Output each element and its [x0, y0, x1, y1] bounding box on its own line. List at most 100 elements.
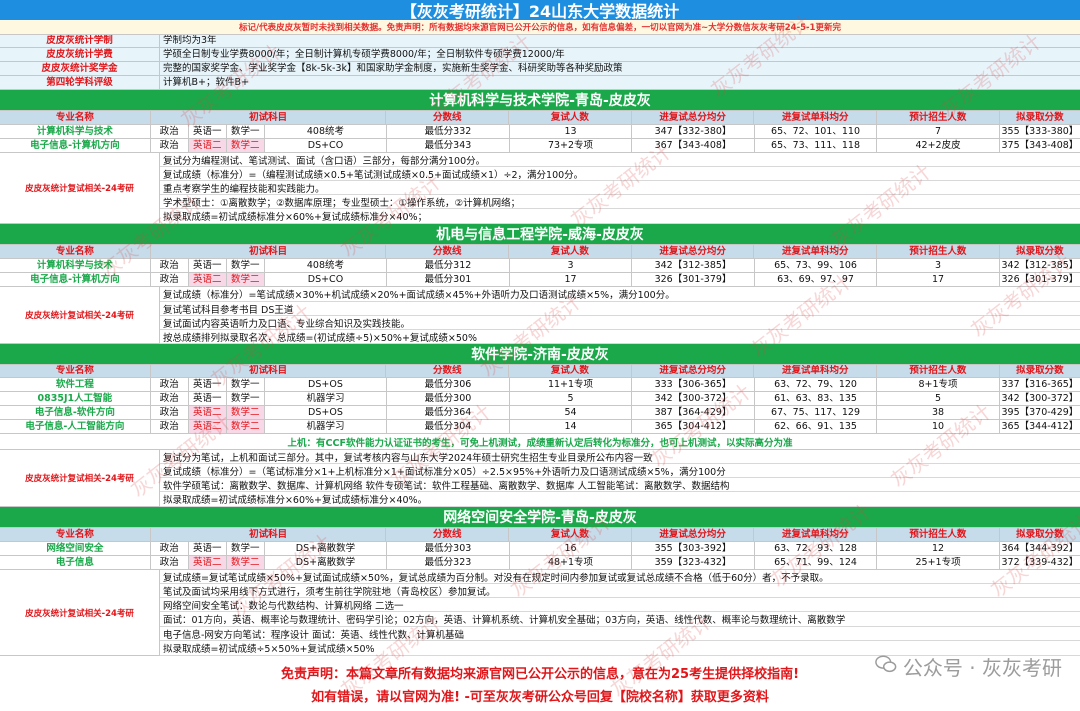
- header-admit: 拟录取分数: [1016, 528, 1064, 540]
- subject-english: 英语一: [189, 378, 227, 391]
- retest-line: 复试成绩（标准分）=（编程测试成绩×0.5+笔试测试成绩×0.5+面试成绩×1）…: [160, 167, 1080, 181]
- subject-math: 数学二: [226, 139, 265, 152]
- section-title: 计算机科学与技术学院-青岛-皮皮灰: [0, 90, 1080, 111]
- major-name: 软件工程: [0, 378, 151, 391]
- subject-politics: 政治: [151, 273, 189, 286]
- header-line: 分数线: [386, 111, 510, 124]
- retest-count: 17: [510, 273, 633, 286]
- header-total-avg: 进复试总分均分: [632, 245, 755, 258]
- retest-label: 皮皮灰统计复试相关-24考研: [0, 153, 160, 224]
- admission-score: 342【300-372】: [1001, 392, 1079, 404]
- subject-politics: 政治: [151, 406, 189, 419]
- subject-english: 英语一: [189, 392, 227, 405]
- retest-count: 54: [510, 406, 633, 419]
- score-line: 最低分301: [387, 273, 510, 286]
- retest-count: 13: [510, 125, 633, 138]
- info-value: 完整的国家奖学金、学业奖学金【8k-5k-3k】和国家助学金制度，实施新生奖学金…: [160, 62, 1080, 75]
- header-single-avg: 进复试单科均分: [754, 245, 878, 258]
- single-average: 62、66、91、135: [755, 420, 878, 433]
- table-row: 电子信息-计算机方向 政治 英语二 数学二 DS+CO 最低分301 17 326【301-3…: [0, 273, 1080, 287]
- subject-politics: 政治: [151, 259, 189, 272]
- table-row: 电子信息-人工智能方向 政治 英语二 数学二 机器学习 最低分304 14 365【304-4…: [0, 420, 1080, 434]
- major-name: 电子信息-计算机方向: [0, 273, 151, 286]
- retest-line: 复试成绩（标准分）=（笔试标准分×1+上机标准分×1+面试标准分×05）÷2.5…: [160, 464, 1080, 478]
- total-average: 365【304-412】: [632, 420, 755, 433]
- header-exam: 初试科目: [151, 528, 387, 541]
- header-retest-count: 复试人数: [509, 245, 632, 258]
- table-row: 0835J1人工智能 政治 英语一 数学一 机器学习 最低分300 5 342【300-372…: [0, 392, 1080, 406]
- admission-score: 372【339-432】: [1001, 556, 1079, 568]
- total-average: 359【323-432】: [632, 556, 755, 569]
- section-title-text: 机电与信息工程学院-威海-皮皮灰: [436, 227, 644, 243]
- retest-count: 16: [510, 542, 633, 555]
- info-row: 第四轮学科评级 计算机B+；软件B+: [0, 76, 1080, 90]
- subject-major: 机器学习: [265, 420, 388, 433]
- planned-enrollment: 12: [877, 542, 1000, 555]
- info-label: 皮皮灰统计奖学金: [0, 62, 160, 75]
- score-line: 最低分323: [387, 556, 510, 569]
- section-title-text: 计算机科学与技术学院-青岛-皮皮灰: [429, 93, 651, 109]
- header-line: 分数线: [386, 528, 510, 541]
- major-name: 计算机科学与技术: [0, 259, 151, 272]
- retest-label: 皮皮灰统计复试相关-24考研: [0, 287, 160, 344]
- total-average: 347【332-380】: [632, 125, 755, 138]
- subject-major: DS+OS: [265, 406, 388, 419]
- wechat-icon: [875, 653, 897, 680]
- subject-politics: 政治: [151, 420, 189, 433]
- section-title: 网络空间安全学院-青岛-皮皮灰: [0, 507, 1080, 528]
- info-label: 皮皮灰统计学费: [0, 48, 160, 61]
- header-line: 分数线: [386, 365, 510, 377]
- subject-english: 英语一: [189, 542, 227, 555]
- subject-math: 数学二: [226, 273, 265, 286]
- header-plan: 预计招生人数: [877, 245, 1000, 258]
- section-title-text: 软件学院-济南-皮皮灰: [471, 347, 609, 363]
- subject-major: DS+OS: [265, 378, 388, 391]
- header-admit: 拟录取分数: [1016, 111, 1064, 123]
- planned-enrollment: 17: [877, 273, 1000, 286]
- info-label: 皮皮灰统计学制: [0, 35, 160, 47]
- header-total-avg: 进复试总分均分: [632, 365, 755, 377]
- retest-line: 电子信息-网安方向笔试：程序设计 面试：英语、线性代数、计算机基础: [160, 627, 1080, 641]
- planned-enrollment: 8+1专项: [877, 378, 1000, 391]
- subject-major: 408统考: [265, 125, 388, 138]
- header-plan: 预计招生人数: [877, 528, 1000, 541]
- table-header: 专业名称 初试科目 分数线 复试人数 进复试总分均分 进复试单科均分 预计招生人数 拟录取分数: [0, 245, 1080, 259]
- retest-count: 5: [510, 392, 633, 405]
- header-retest-count: 复试人数: [509, 111, 632, 124]
- retest-count: 48+1专项: [510, 556, 633, 569]
- single-average: 63、72、79、120: [755, 378, 878, 391]
- subject-politics: 政治: [151, 556, 189, 569]
- retest-line: 按总成绩排列拟录取名次，总成绩=(初试成绩÷5)×50%+复试成绩×50%: [160, 330, 1080, 344]
- retest-label: 皮皮灰统计复试相关-24考研: [0, 570, 160, 656]
- header-single-avg: 进复试单科均分: [754, 111, 878, 124]
- score-line: 最低分300: [387, 392, 510, 405]
- header-single-avg: 进复试单科均分: [754, 528, 878, 541]
- info-value: 学硕全日制专业学费8000/年；全日制计算机专硕学费8000/年；全日制软件专硕…: [160, 48, 1080, 61]
- table-row: 计算机科学与技术 政治 英语一 数学一 408统考 最低分312 3 342【312-385】…: [0, 259, 1080, 273]
- admission-score: 395【370-429】: [1001, 406, 1079, 418]
- subject-english: 英语二: [188, 556, 227, 569]
- header-plan: 预计招生人数: [877, 111, 1000, 124]
- notice-text: 标记/代表皮皮灰暂时未找到相关数据。免责声明：所有数据均来源官网已公开公示的信息…: [239, 23, 841, 33]
- retest-line: 复试面试内容英语听力及口语、专业综合知识及实践技能。: [160, 316, 1080, 330]
- admission-score: 365【344-412】: [1001, 420, 1079, 432]
- subject-math: 数学一: [227, 378, 265, 391]
- score-line: 最低分303: [387, 542, 510, 555]
- single-average: 65、71、99、124: [755, 556, 878, 569]
- score-line: 最低分364: [387, 406, 510, 419]
- header-major: 专业名称: [0, 365, 151, 377]
- page-title-text: 【灰灰考研统计】24山东大学数据统计: [400, 2, 680, 21]
- page-title: 【灰灰考研统计】24山东大学数据统计: [0, 0, 1080, 21]
- subject-major: 机器学习: [265, 392, 388, 405]
- admission-score: 375【343-408】: [1001, 139, 1079, 151]
- info-row: 皮皮灰统计学制 学制均为3年: [0, 35, 1080, 48]
- major-name: 电子信息-计算机方向: [0, 139, 151, 152]
- subject-english: 英语一: [189, 259, 227, 272]
- total-average: 326【301-379】: [632, 273, 755, 286]
- retest-label: 皮皮灰统计复试相关-24考研: [0, 450, 160, 507]
- major-name: 网络空间安全: [0, 542, 151, 555]
- score-line: 最低分343: [387, 139, 510, 152]
- single-average: 63、69、97、97: [755, 273, 878, 286]
- retest-line: 复试笔试科目参考书目 DS王道: [160, 302, 1080, 316]
- table-row: 电子信息 政治 英语二 数学二 DS+离散数学 最低分323 48+1专项 359【323-4…: [0, 556, 1080, 570]
